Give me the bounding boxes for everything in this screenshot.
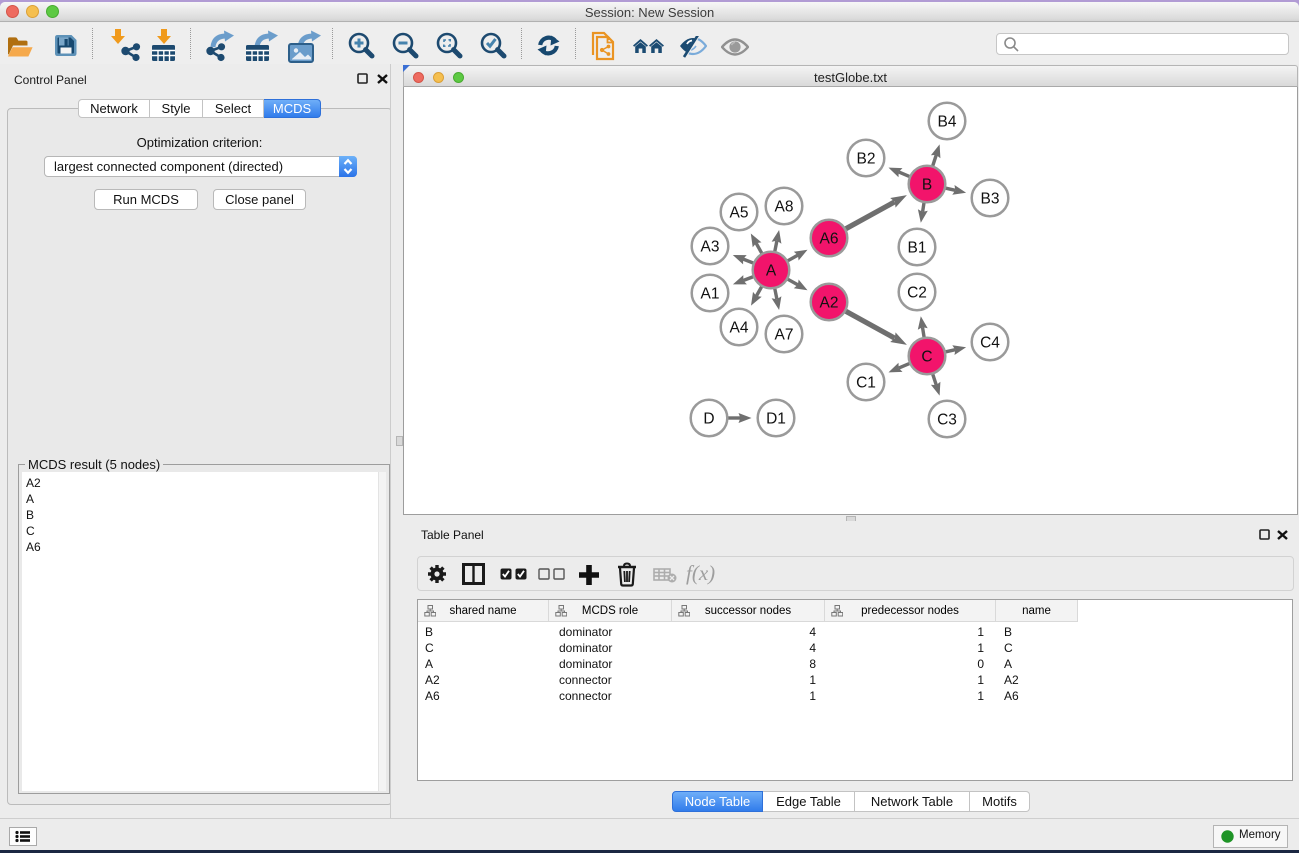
svg-text:C: C — [921, 349, 932, 366]
svg-text:B: B — [922, 177, 932, 194]
svg-text:C2: C2 — [907, 285, 927, 302]
svg-text:D: D — [703, 411, 714, 428]
svg-text:A7: A7 — [775, 327, 794, 344]
svg-text:A: A — [766, 263, 777, 280]
svg-text:A6: A6 — [820, 231, 839, 248]
svg-text:B1: B1 — [908, 240, 927, 257]
svg-text:C1: C1 — [856, 375, 876, 392]
svg-text:A1: A1 — [701, 286, 720, 303]
svg-text:C4: C4 — [980, 335, 1000, 352]
svg-text:C3: C3 — [937, 412, 957, 429]
svg-text:B2: B2 — [857, 151, 876, 168]
svg-text:A3: A3 — [701, 239, 720, 256]
svg-text:A2: A2 — [820, 295, 839, 312]
svg-text:D1: D1 — [766, 411, 786, 428]
svg-text:B4: B4 — [938, 114, 957, 131]
svg-text:A5: A5 — [730, 205, 749, 222]
svg-text:B3: B3 — [981, 191, 1000, 208]
svg-text:A4: A4 — [730, 320, 749, 337]
svg-text:A8: A8 — [775, 199, 794, 216]
